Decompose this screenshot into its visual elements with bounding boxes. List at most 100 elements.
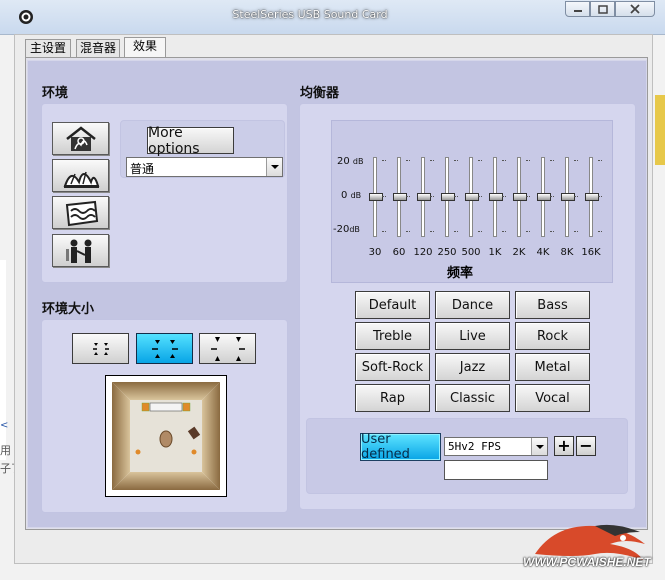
eq-tick [574, 231, 578, 232]
eq-preset-rap-button[interactable]: Rap [355, 384, 430, 412]
eq-preset-classic-button[interactable]: Classic [435, 384, 510, 412]
eq-slider-knob[interactable] [417, 193, 431, 201]
eq-tick [550, 231, 554, 232]
size-medium-icon [151, 339, 178, 358]
chevron-down-icon [266, 158, 282, 176]
underwater-icon [65, 200, 98, 226]
eq-tick [406, 231, 410, 232]
eq-tick [454, 160, 458, 161]
background-arrow: < [0, 420, 9, 431]
environment-preset-select[interactable]: 普通 [126, 157, 283, 177]
eq-db-top-label: 20 dB [337, 156, 364, 167]
eq-slider-knob[interactable] [465, 193, 479, 201]
minimize-icon [573, 10, 582, 12]
chevron-down-icon [531, 438, 547, 455]
tab-effects[interactable]: 效果 [124, 37, 166, 58]
close-button[interactable] [615, 1, 655, 17]
eq-slider-knob[interactable] [537, 193, 551, 201]
eq-slider-2K[interactable] [513, 157, 527, 237]
maximize-icon [597, 4, 608, 14]
eq-slider-knob[interactable] [585, 193, 599, 201]
people-icon [65, 239, 91, 263]
room-icon [65, 125, 96, 151]
size-small-button[interactable] [72, 333, 129, 364]
minimize-button[interactable] [565, 1, 590, 17]
env-room-button[interactable] [52, 122, 109, 155]
window-title: SteelSeries USB Sound Card [232, 8, 388, 21]
eq-tick [478, 196, 482, 197]
eq-tick [478, 160, 482, 161]
tab-mixer[interactable]: 混音器 [76, 39, 120, 57]
eq-preset-live-button[interactable]: Live [435, 322, 510, 350]
eq-slider-60[interactable] [393, 157, 407, 237]
eq-preset-vocal-button[interactable]: Vocal [515, 384, 590, 412]
room-preview [105, 375, 227, 497]
eq-slider-250[interactable] [441, 157, 455, 237]
eq-preset-soft-rock-button[interactable]: Soft-Rock [355, 353, 430, 381]
eq-tick [382, 196, 386, 197]
eq-tick [502, 196, 506, 197]
eq-slider-knob[interactable] [561, 193, 575, 201]
maximize-button[interactable] [590, 1, 615, 17]
eq-tick [406, 160, 410, 161]
eq-tick [526, 160, 530, 161]
background-window-strip: < 用 子了 [0, 260, 22, 475]
user-preset-select[interactable]: 5Hv2 FPS [444, 437, 548, 456]
steelseries-app-icon [19, 10, 33, 24]
close-icon [630, 4, 640, 14]
eq-slider-30[interactable] [369, 157, 383, 237]
size-large-button[interactable] [199, 333, 256, 364]
user-defined-button[interactable]: User defined [360, 432, 441, 462]
eq-slider-knob[interactable] [489, 193, 503, 201]
watermark-logo: WWW.PCWAISHE.NET [515, 514, 660, 574]
eq-slider-1K[interactable] [489, 157, 503, 237]
size-large-icon [210, 336, 245, 361]
eq-db-mid-label: 0 dB [341, 190, 362, 201]
preset-name-input[interactable] [444, 460, 548, 480]
eq-preset-default-button[interactable]: Default [355, 291, 430, 319]
eq-tick [454, 196, 458, 197]
frequency-label: 频率 [447, 266, 474, 281]
add-preset-button[interactable]: + [554, 436, 574, 456]
size-medium-button[interactable] [136, 333, 193, 364]
remove-preset-button[interactable]: − [576, 436, 596, 456]
eq-tick [598, 160, 602, 161]
env-opera-house-button[interactable] [52, 159, 109, 192]
background-text-1: 用 [0, 444, 11, 457]
eq-slider-knob[interactable] [441, 193, 455, 201]
tab-main-settings[interactable]: 主设置 [25, 39, 71, 57]
eq-slider-knob[interactable] [393, 193, 407, 201]
eq-preset-bass-button[interactable]: Bass [515, 291, 590, 319]
eq-preset-rock-button[interactable]: Rock [515, 322, 590, 350]
eq-preset-jazz-button[interactable]: Jazz [435, 353, 510, 381]
opera-house-icon [63, 171, 99, 188]
eq-tick [526, 231, 530, 232]
eq-tick [502, 231, 506, 232]
user-preset-box [306, 418, 628, 494]
background-window-edge [655, 95, 665, 165]
eq-preset-metal-button[interactable]: Metal [515, 353, 590, 381]
size-small-icon [92, 342, 109, 355]
eq-preset-dance-button[interactable]: Dance [435, 291, 510, 319]
eq-preset-treble-button[interactable]: Treble [355, 322, 430, 350]
plus-icon: + [557, 436, 571, 455]
eq-tick [478, 231, 482, 232]
more-options-button[interactable]: More options [147, 125, 234, 157]
eq-db-bottom-label: -20dB [333, 224, 360, 235]
equalizer-heading: 均衡器 [300, 86, 340, 101]
eq-slider-120[interactable] [417, 157, 431, 237]
minus-icon: − [579, 436, 593, 455]
env-people-button[interactable] [52, 234, 109, 267]
eq-slider-8K[interactable] [561, 157, 575, 237]
eq-slider-4K[interactable] [537, 157, 551, 237]
eq-tick [382, 231, 386, 232]
eq-slider-16K[interactable] [585, 157, 599, 237]
env-underwater-button[interactable] [52, 196, 109, 229]
eq-tick [430, 160, 434, 161]
eq-slider-500[interactable] [465, 157, 479, 237]
eq-tick [598, 196, 602, 197]
eq-tick [574, 196, 578, 197]
eq-slider-knob[interactable] [513, 193, 527, 201]
eq-slider-knob[interactable] [369, 193, 383, 201]
title-bar[interactable]: SteelSeries USB Sound Card [0, 0, 665, 35]
